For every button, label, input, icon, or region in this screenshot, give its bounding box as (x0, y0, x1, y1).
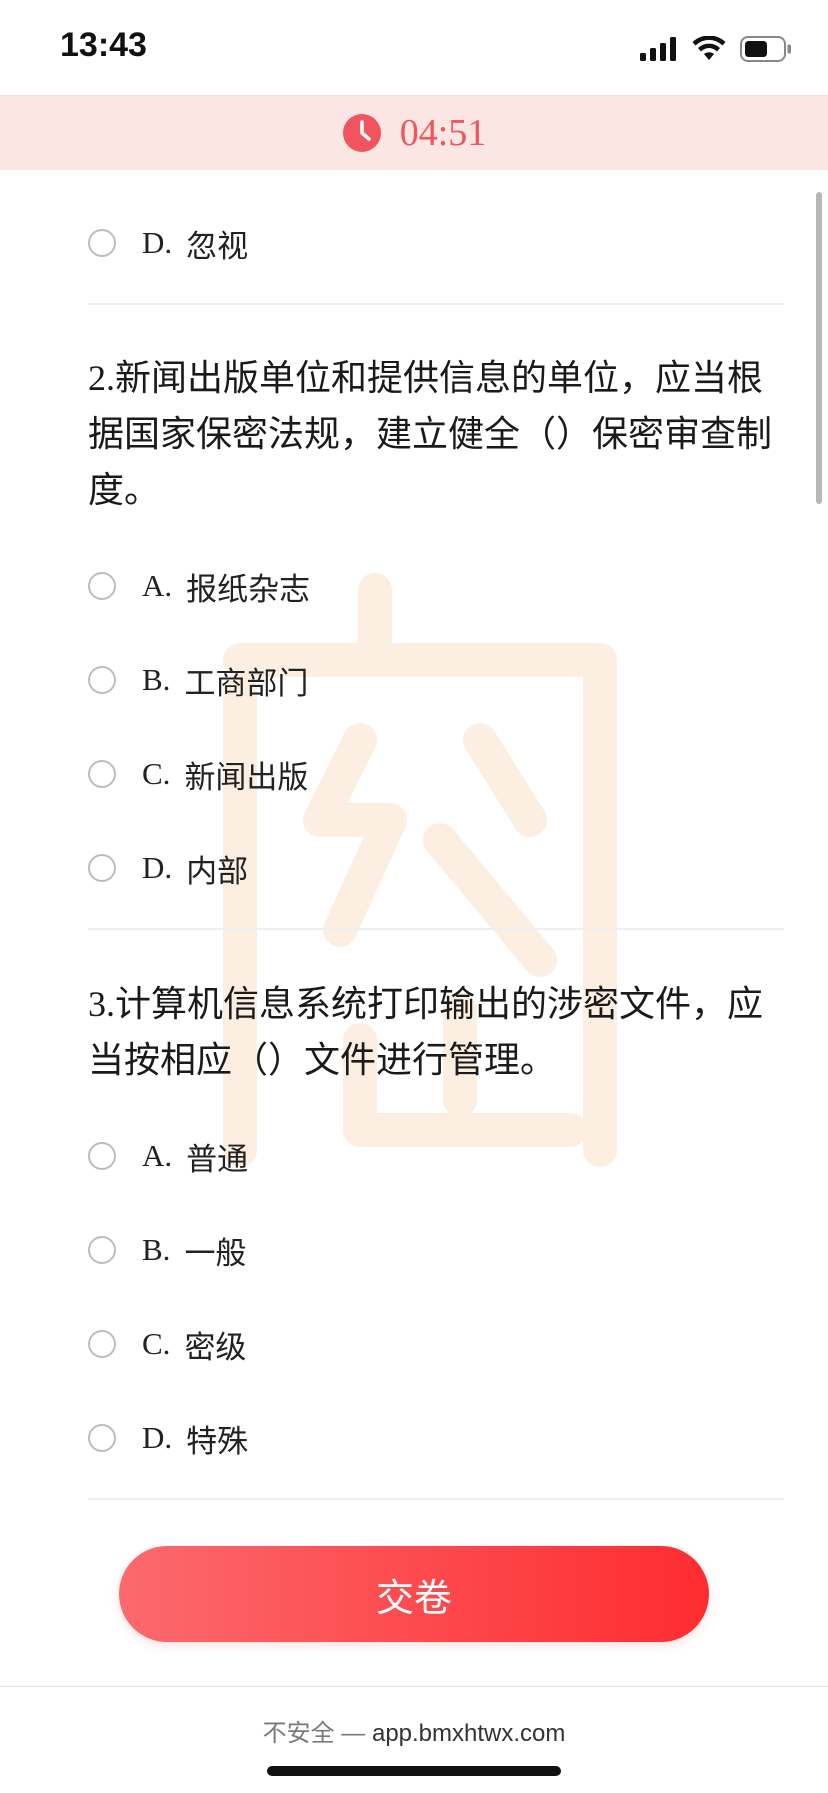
option-letter: C. (142, 1326, 171, 1361)
divider (88, 928, 784, 930)
battery-icon (740, 36, 791, 62)
question-3-text: 3.计算机信息系统打印输出的涉密文件，应当按相应（）文件进行管理。 (88, 976, 788, 1089)
option-letter: B. (142, 662, 171, 697)
scrollbar[interactable] (816, 192, 822, 504)
status-time: 13:43 (60, 26, 147, 64)
divider (88, 1498, 784, 1500)
option-q3-d[interactable]: D. 特殊 (88, 1413, 248, 1463)
option-text: 忽视 (186, 228, 249, 265)
browser-address-bar[interactable]: 不安全 — app.bmxhtwx.com (0, 1686, 828, 1793)
option-letter: D. (142, 1420, 173, 1455)
option-q2-a[interactable]: A. 报纸杂志 (88, 561, 310, 611)
not-secure-label: 不安全 — (262, 1720, 366, 1747)
timer-value: 04:51 (399, 112, 487, 154)
option-q2-c[interactable]: C. 新闻出版 (88, 749, 308, 799)
option-q3-c[interactable]: C. 密级 (88, 1319, 246, 1369)
option-text: 特殊 (186, 1423, 249, 1460)
option-text: 一般 (184, 1235, 247, 1272)
radio-button[interactable] (88, 1330, 116, 1358)
option-letter: A. (142, 568, 173, 603)
url-display[interactable]: 不安全 — app.bmxhtwx.com (0, 1713, 828, 1748)
option-text: 普通 (186, 1141, 249, 1178)
radio-button[interactable] (88, 229, 116, 257)
option-letter: A. (142, 1138, 173, 1173)
radio-button[interactable] (88, 760, 116, 788)
radio-button[interactable] (88, 1142, 116, 1170)
option-prev-d[interactable]: D. 忽视 (88, 218, 248, 268)
radio-button[interactable] (88, 572, 116, 600)
question-stem: 新闻出版单位和提供信息的单位，应当根据国家保密法规，建立健全（）保密审查制度。 (88, 358, 773, 511)
status-bar: 13:43 (0, 0, 828, 96)
home-indicator[interactable] (267, 1766, 561, 1776)
radio-button[interactable] (88, 854, 116, 882)
option-letter: B. (142, 1232, 171, 1267)
domain-text: app.bmxhtwx.com (371, 1720, 566, 1747)
countdown-timer-bar: 04:51 (0, 96, 828, 170)
option-q2-d[interactable]: D. 内部 (88, 843, 248, 893)
option-text: 内部 (186, 853, 249, 890)
cellular-signal-icon (640, 37, 676, 61)
question-number: 3. (88, 984, 115, 1024)
option-q3-a[interactable]: A. 普通 (88, 1131, 248, 1181)
question-stem: 计算机信息系统打印输出的涉密文件，应当按相应（）文件进行管理。 (88, 984, 764, 1081)
submit-exam-button[interactable]: 交卷 (119, 1546, 709, 1642)
option-text: 密级 (184, 1329, 247, 1366)
wifi-icon (692, 36, 726, 60)
radio-button[interactable] (88, 1424, 116, 1452)
option-q2-b[interactable]: B. 工商部门 (88, 655, 308, 705)
status-icons (640, 34, 792, 64)
divider (88, 303, 784, 305)
option-letter: C. (142, 756, 171, 791)
option-text: 工商部门 (184, 665, 309, 702)
question-2-text: 2.新闻出版单位和提供信息的单位，应当根据国家保密法规，建立健全（）保密审查制度… (88, 350, 788, 519)
question-number: 2. (88, 358, 115, 398)
clock-icon (342, 114, 381, 152)
option-letter: D. (142, 850, 173, 885)
radio-button[interactable] (88, 1236, 116, 1264)
option-letter: D. (142, 225, 173, 260)
option-text: 新闻出版 (184, 759, 309, 796)
quiz-content[interactable]: D. 忽视 2.新闻出版单位和提供信息的单位，应当根据国家保密法规，建立健全（）… (0, 170, 828, 1540)
option-text: 报纸杂志 (186, 571, 311, 608)
option-q3-b[interactable]: B. 一般 (88, 1225, 246, 1275)
radio-button[interactable] (88, 666, 116, 694)
